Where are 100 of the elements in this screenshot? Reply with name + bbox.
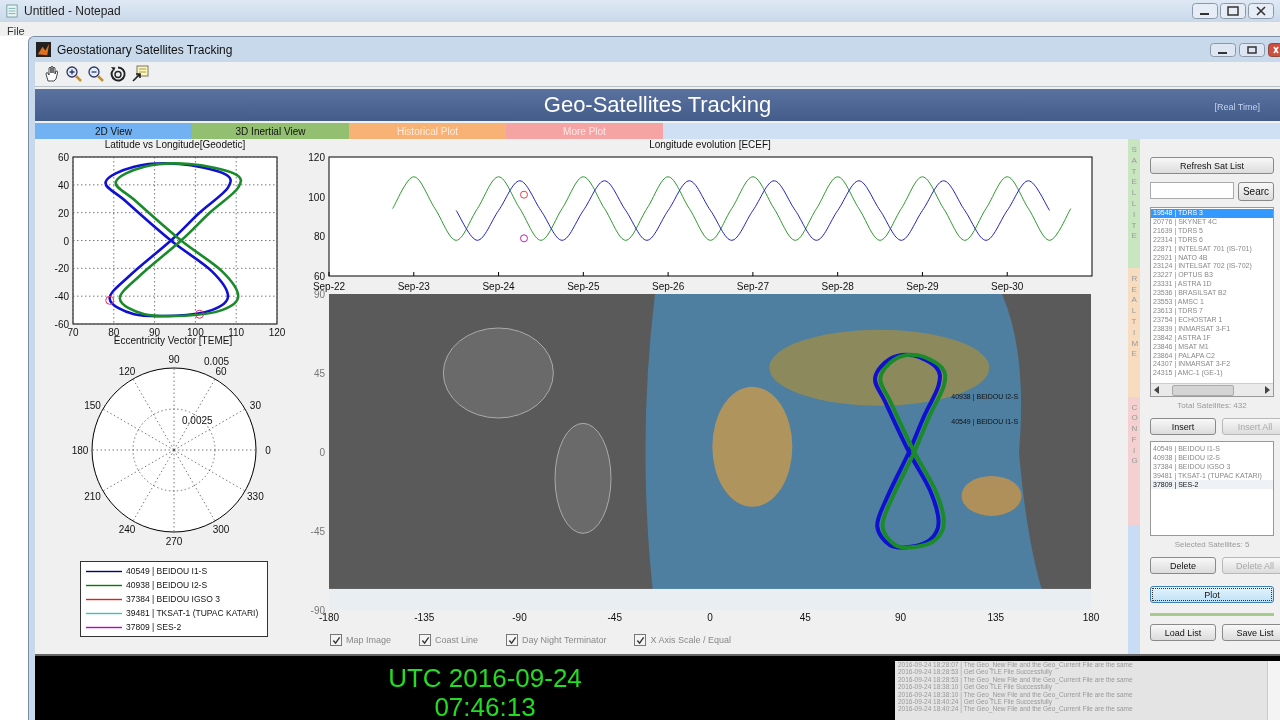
angle-label: 90 [168,354,180,365]
search-button[interactable]: Searc [1238,182,1274,201]
legend-label: 39481 | TKSAT-1 (TUPAC KATARI) [126,608,259,618]
angle-label: 60 [215,366,227,378]
axis-label: -20 [54,263,69,275]
axis-label: 70 [67,327,79,338]
hand-icon[interactable] [43,65,61,83]
axis-label: Sep-26 [652,281,685,292]
minimize-icon[interactable] [1210,42,1236,57]
delete-button[interactable]: Delete [1150,557,1216,574]
tab[interactable]: 3D Inertial View [192,123,349,139]
axis-label: -40 [54,291,69,303]
checkbox-label: Day Night Terminator [522,635,607,645]
list-file-button[interactable]: Load List [1150,624,1216,641]
angle-label: 330 [247,490,264,502]
angle-label: 180 [71,445,89,456]
axis-label: -45 [607,612,622,623]
axis-label: -135 [414,612,435,623]
horizontal-scrollbar[interactable] [1151,383,1273,396]
tab[interactable]: 2D View [35,123,192,139]
radius-label: 0.005 [204,355,230,367]
checkbox-label: X Axis Scale / Equal [650,635,731,645]
close-icon[interactable] [1268,42,1280,57]
position-marker [520,190,528,199]
checkbox-label: Coast Line [435,635,479,645]
axis-label: 0 [319,447,325,458]
refresh-button[interactable]: Refresh Sat List [1150,157,1274,174]
axis-label: 80 [313,231,325,243]
angle-label: 300 [212,523,230,535]
axis-label: Sep-23 [397,281,430,292]
axis-label: 45 [313,368,325,379]
chart-title: Longitude evolution [ECEF] [649,139,771,150]
scroll-right-icon[interactable] [1264,386,1270,394]
legend-label: 40549 | BEIDOU I1-S [126,566,208,576]
legend-label: 37384 | BEIDOU IGSO 3 [126,594,220,604]
checkbox-label: Map Image [346,635,392,645]
app-logo-icon [36,42,51,57]
axis-label: Sep-27 [736,281,769,292]
angle-label: 240 [118,523,136,535]
selected-count: Selected Satellites: 5 [1173,540,1251,549]
maximize-icon[interactable] [1239,42,1265,57]
axis-label: -60 [54,319,69,330]
axis-label: 0 [707,612,713,623]
angle-label: 210 [84,490,101,502]
checkbox[interactable] [506,634,519,646]
axis-label: -180 [319,612,339,623]
window-title: Geostationary Satellites Tracking [57,42,233,57]
axis-label: 100 [308,191,325,203]
axis-label: 120 [308,152,325,163]
axis-label: -45 [310,526,325,537]
axis-label: Sep-29 [906,281,939,292]
angle-label: 30 [249,399,261,411]
axis-label: 135 [987,612,1005,623]
window-title: Untitled - Notepad [24,4,121,18]
search-field[interactable] [1150,182,1234,199]
app-title: Geo-Satellites Tracking [543,92,772,118]
position-marker [195,309,204,319]
position-marker [520,234,528,243]
axis-label: 60 [57,152,69,163]
zoom-out-icon[interactable] [87,65,105,83]
legend-label: 40938 | BEIDOU I2-S [126,580,208,590]
axis-label: Sep-30 [991,281,1024,292]
zoom-in-icon[interactable] [65,65,83,83]
list-file-button[interactable]: Save List [1222,624,1280,641]
scroll-left-icon[interactable] [1154,386,1160,394]
menu-item[interactable]: File [0,22,28,36]
axis-label: 60 [313,271,325,282]
minimize-icon[interactable] [1192,3,1218,19]
axis-label: 20 [57,207,69,219]
notepad-icon [6,4,18,18]
vertical-scrollbar[interactable] [1267,661,1280,720]
axis-label: 120 [268,327,286,338]
angle-label: 270 [165,536,183,547]
axis-label: 90 [313,289,325,300]
utc-date: UTC 2016-09-24 [388,664,582,693]
close-icon[interactable] [1248,3,1274,19]
total-count: Total Satellites: 432 [1176,401,1248,410]
plot-button[interactable]: Plot [1150,586,1274,603]
position-marker [105,295,115,305]
legend-label: 37809 | SES-2 [126,622,182,632]
axis-label: Sep-25 [567,281,600,292]
axis-label: 40 [57,179,69,191]
insert-button[interactable]: Insert [1150,418,1216,435]
maximize-icon[interactable] [1220,3,1246,19]
axis-label: 90 [894,612,907,623]
axis-label: Sep-24 [482,281,515,292]
checkbox[interactable] [419,634,432,646]
axis-label: 0 [63,235,69,247]
checkbox[interactable] [330,634,342,646]
checkbox[interactable] [634,634,647,646]
axis-label: Sep-28 [821,281,854,292]
axis-label: 45 [799,612,811,623]
rotate-icon[interactable] [109,65,127,83]
utc-time: 07:46:13 [434,693,536,720]
data-cursor-icon[interactable] [131,65,149,83]
axis-label: Sep-22 [312,281,346,292]
axis-label: 180 [1082,612,1100,623]
angle-label: 0 [265,445,271,456]
radius-label: 0.0025 [182,415,213,427]
mode-label: [Real Time] [1214,102,1260,112]
